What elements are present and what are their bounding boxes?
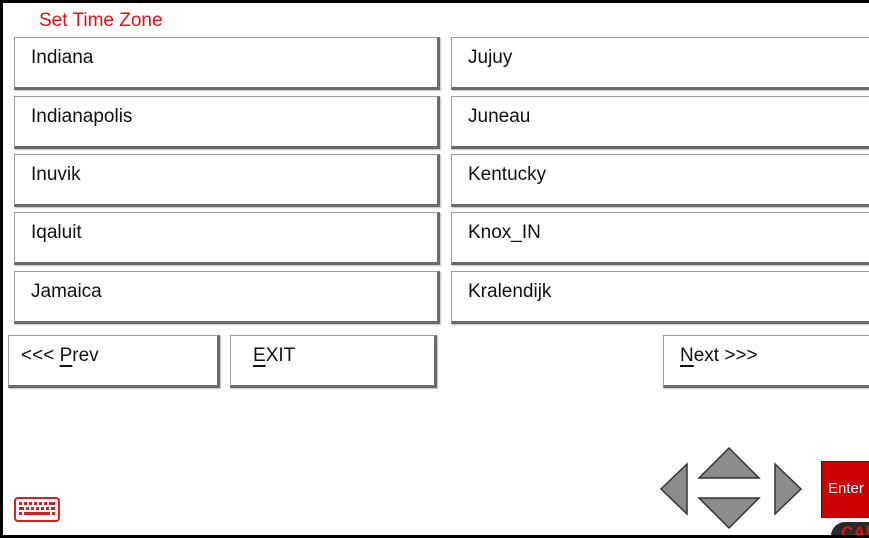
cancel-label: CAN bbox=[841, 523, 869, 538]
zone-label: Jamaica bbox=[31, 281, 102, 302]
zone-button-kentucky[interactable]: Kentucky bbox=[451, 154, 869, 207]
zone-button-juneau[interactable]: Juneau bbox=[451, 96, 869, 149]
zone-button-kralendijk[interactable]: Kralendijk bbox=[451, 271, 869, 324]
enter-label: Enter bbox=[828, 480, 864, 497]
zone-label: Juneau bbox=[468, 106, 531, 127]
zone-label: Indianapolis bbox=[31, 106, 133, 127]
arrow-down-icon[interactable] bbox=[697, 496, 761, 530]
page-title: Set Time Zone bbox=[39, 10, 163, 31]
zone-button-jamaica[interactable]: Jamaica bbox=[14, 271, 440, 324]
zone-label: Indiana bbox=[31, 47, 94, 68]
time-zone-screen: Set Time Zone Indiana Indianapolis Inuvi… bbox=[0, 0, 869, 538]
zone-button-indianapolis[interactable]: Indianapolis bbox=[14, 96, 440, 149]
arrow-left-icon[interactable] bbox=[659, 462, 689, 516]
keyboard-icon[interactable] bbox=[14, 497, 60, 522]
arrow-up-icon[interactable] bbox=[697, 446, 761, 480]
zone-label: Iqaluit bbox=[31, 222, 82, 243]
enter-button[interactable]: Enter bbox=[821, 461, 869, 518]
zone-button-indiana[interactable]: Indiana bbox=[14, 37, 440, 90]
zone-label: Kralendijk bbox=[468, 281, 552, 302]
zone-label: Kentucky bbox=[468, 164, 547, 185]
zone-label: Knox_IN bbox=[468, 222, 541, 243]
prev-button[interactable]: <<< Prev bbox=[8, 335, 220, 388]
zone-button-jujuy[interactable]: Jujuy bbox=[451, 37, 869, 90]
exit-label: EXIT bbox=[253, 345, 296, 366]
next-button[interactable]: Next >>> bbox=[663, 335, 869, 388]
prev-label: <<< Prev bbox=[21, 345, 99, 366]
arrow-right-icon[interactable] bbox=[773, 462, 803, 516]
zone-button-inuvik[interactable]: Inuvik bbox=[14, 154, 440, 207]
zone-button-iqaluit[interactable]: Iqaluit bbox=[14, 212, 440, 265]
zone-label: Jujuy bbox=[468, 47, 513, 68]
exit-button[interactable]: EXIT bbox=[230, 335, 437, 388]
zone-label: Inuvik bbox=[31, 164, 81, 185]
cancel-button[interactable]: CAN bbox=[831, 522, 869, 538]
next-label: Next >>> bbox=[680, 345, 758, 366]
zone-button-knox-in[interactable]: Knox_IN bbox=[451, 212, 869, 265]
